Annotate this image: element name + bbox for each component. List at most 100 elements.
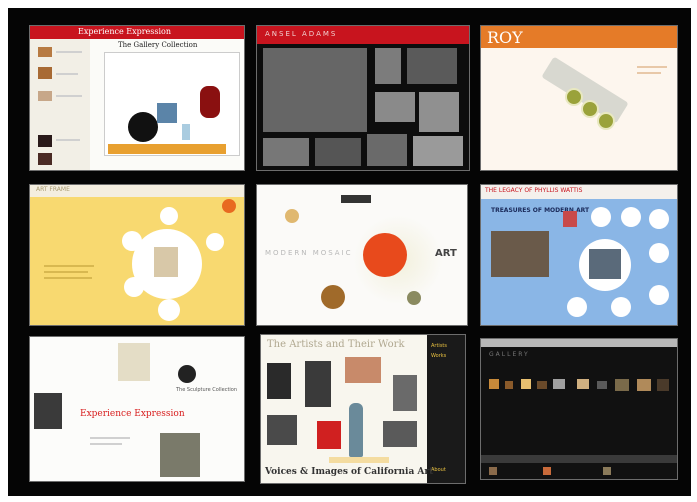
tile-6-orbit bbox=[591, 207, 611, 227]
tile-5-right-text: ART bbox=[435, 248, 457, 259]
tile-1-header: Experience Expression bbox=[30, 26, 244, 39]
tile-3-logo: ROY bbox=[487, 28, 523, 47]
tile-9-thumb bbox=[489, 379, 499, 389]
tile-5-thumb bbox=[285, 209, 299, 223]
tile-1-shelf bbox=[108, 144, 226, 154]
tile-9-dark-gallery[interactable]: GALLERY bbox=[480, 338, 678, 480]
tile-3-disc bbox=[565, 88, 583, 106]
tile-1-pot-black bbox=[128, 112, 158, 142]
tile-8-photo bbox=[345, 357, 381, 383]
tile-4-orbit bbox=[124, 277, 144, 297]
tile-6-thumb bbox=[563, 211, 577, 227]
tile-3-disc bbox=[581, 100, 599, 118]
tile-7-caption: Experience Expression bbox=[80, 409, 185, 419]
text-line bbox=[637, 66, 667, 68]
tile-2-header-text: ANSEL ADAMS bbox=[265, 30, 338, 38]
tile-2-photo bbox=[375, 48, 401, 84]
tile-6-phyllis-wattis[interactable]: THE LEGACY OF PHYLLIS WATTIS TREASURES O… bbox=[480, 184, 678, 326]
text-line bbox=[44, 277, 92, 279]
tile-4-orange-button[interactable] bbox=[222, 199, 236, 213]
tile-8-photo bbox=[267, 415, 297, 445]
tile-9-bottom-strip bbox=[481, 455, 677, 463]
tile-3-disc bbox=[597, 112, 615, 130]
tile-4-orbit bbox=[122, 231, 142, 251]
tile-1-sidebar bbox=[30, 39, 90, 170]
tile-5-modern-art[interactable]: MODERN MOSAIC ART bbox=[256, 184, 468, 326]
tile-8-title: The Artists and Their Work bbox=[267, 339, 405, 350]
tile-6-orbit bbox=[649, 209, 669, 229]
tile-1-gallery-collection[interactable]: Experience Expression The Gallery Collec… bbox=[29, 25, 245, 171]
tile-1-small-object bbox=[182, 124, 190, 140]
tile-8-photo bbox=[305, 361, 331, 407]
tile-5-left-text: MODERN MOSAIC bbox=[265, 249, 353, 257]
text-line bbox=[56, 73, 78, 75]
tile-4-top-strip: ART FRAME bbox=[30, 185, 244, 197]
tile-2-photo bbox=[413, 136, 463, 166]
tile-8-photo bbox=[393, 375, 417, 411]
tile-3-roy[interactable]: ROY bbox=[480, 25, 678, 171]
tile-9-thumb bbox=[577, 379, 589, 389]
tile-8-banner bbox=[329, 457, 389, 463]
tile-9-thumb bbox=[505, 381, 513, 389]
text-line bbox=[637, 72, 661, 74]
tile-4-orbit bbox=[160, 207, 178, 225]
tile-9-thumb bbox=[615, 379, 629, 391]
tile-2-photo bbox=[419, 92, 459, 132]
text-line bbox=[56, 51, 82, 53]
text-line bbox=[90, 443, 122, 445]
text-line bbox=[56, 95, 82, 97]
tile-8-photo bbox=[383, 421, 417, 447]
tile-9-thumb bbox=[637, 379, 651, 391]
screenshot-frame: Experience Expression The Gallery Collec… bbox=[8, 8, 691, 496]
text-line bbox=[90, 437, 130, 439]
tile-8-menu-item[interactable]: Works bbox=[431, 353, 446, 359]
tile-9-title: GALLERY bbox=[489, 351, 530, 358]
tile-2-header: ANSEL ADAMS bbox=[257, 26, 469, 44]
tile-5-thumb bbox=[407, 291, 421, 305]
tile-2-portrait bbox=[263, 48, 367, 132]
tile-1-thumb bbox=[38, 91, 52, 101]
tile-8-footer: Voices & Images of California Art bbox=[265, 467, 434, 477]
tile-4-art-frame[interactable]: ART FRAME bbox=[29, 184, 245, 326]
tile-6-top-strip: THE LEGACY OF PHYLLIS WATTIS bbox=[481, 185, 677, 199]
tile-4-orbit bbox=[206, 233, 224, 251]
tile-5-banner bbox=[341, 195, 371, 203]
tile-9-thumb bbox=[543, 467, 551, 475]
tile-5-red-circle bbox=[363, 233, 407, 277]
tile-6-orbit bbox=[567, 297, 587, 317]
tile-1-red-figure bbox=[200, 86, 220, 118]
tile-8-photo bbox=[267, 363, 291, 399]
tile-8-figure bbox=[349, 403, 363, 457]
tile-9-thumb bbox=[603, 467, 611, 475]
tile-2-ansel-adams[interactable]: ANSEL ADAMS bbox=[256, 25, 470, 171]
tile-9-thumb bbox=[489, 467, 497, 475]
tile-1-thumb bbox=[38, 47, 52, 57]
tile-9-thumb bbox=[553, 379, 565, 389]
tile-7-note: The Sculpture Collection bbox=[176, 387, 238, 393]
tile-2-photo bbox=[375, 92, 415, 122]
tile-2-photo bbox=[367, 134, 407, 166]
text-line bbox=[44, 271, 88, 273]
tile-7-sculpture[interactable]: The Sculpture Collection Experience Expr… bbox=[29, 336, 245, 482]
tile-4-header-text: ART FRAME bbox=[36, 186, 70, 193]
tile-5-thumb bbox=[321, 285, 345, 309]
tile-1-thumb bbox=[38, 67, 52, 79]
tile-1-header-text: Experience Expression bbox=[78, 27, 172, 36]
tile-2-photo bbox=[263, 138, 309, 166]
tile-8-photo bbox=[317, 421, 341, 449]
tile-1-thumb bbox=[38, 153, 52, 165]
tile-9-thumb bbox=[537, 381, 547, 389]
tile-6-portrait bbox=[491, 231, 549, 277]
tile-6-orbit bbox=[621, 207, 641, 227]
tile-2-photo bbox=[315, 138, 361, 166]
tile-9-thumb bbox=[597, 381, 607, 389]
tile-6-orbit bbox=[611, 297, 631, 317]
text-line bbox=[44, 265, 94, 267]
tile-1-title: The Gallery Collection bbox=[118, 41, 198, 49]
tile-4-center-art bbox=[154, 247, 178, 277]
tile-6-center-art bbox=[589, 249, 621, 279]
tile-9-titlebar bbox=[481, 339, 677, 347]
tile-3-header: ROY bbox=[481, 26, 677, 48]
tile-8-menu-item[interactable]: Artists bbox=[431, 343, 447, 349]
tile-8-california-art[interactable]: The Artists and Their Work Artists Works… bbox=[260, 334, 466, 484]
